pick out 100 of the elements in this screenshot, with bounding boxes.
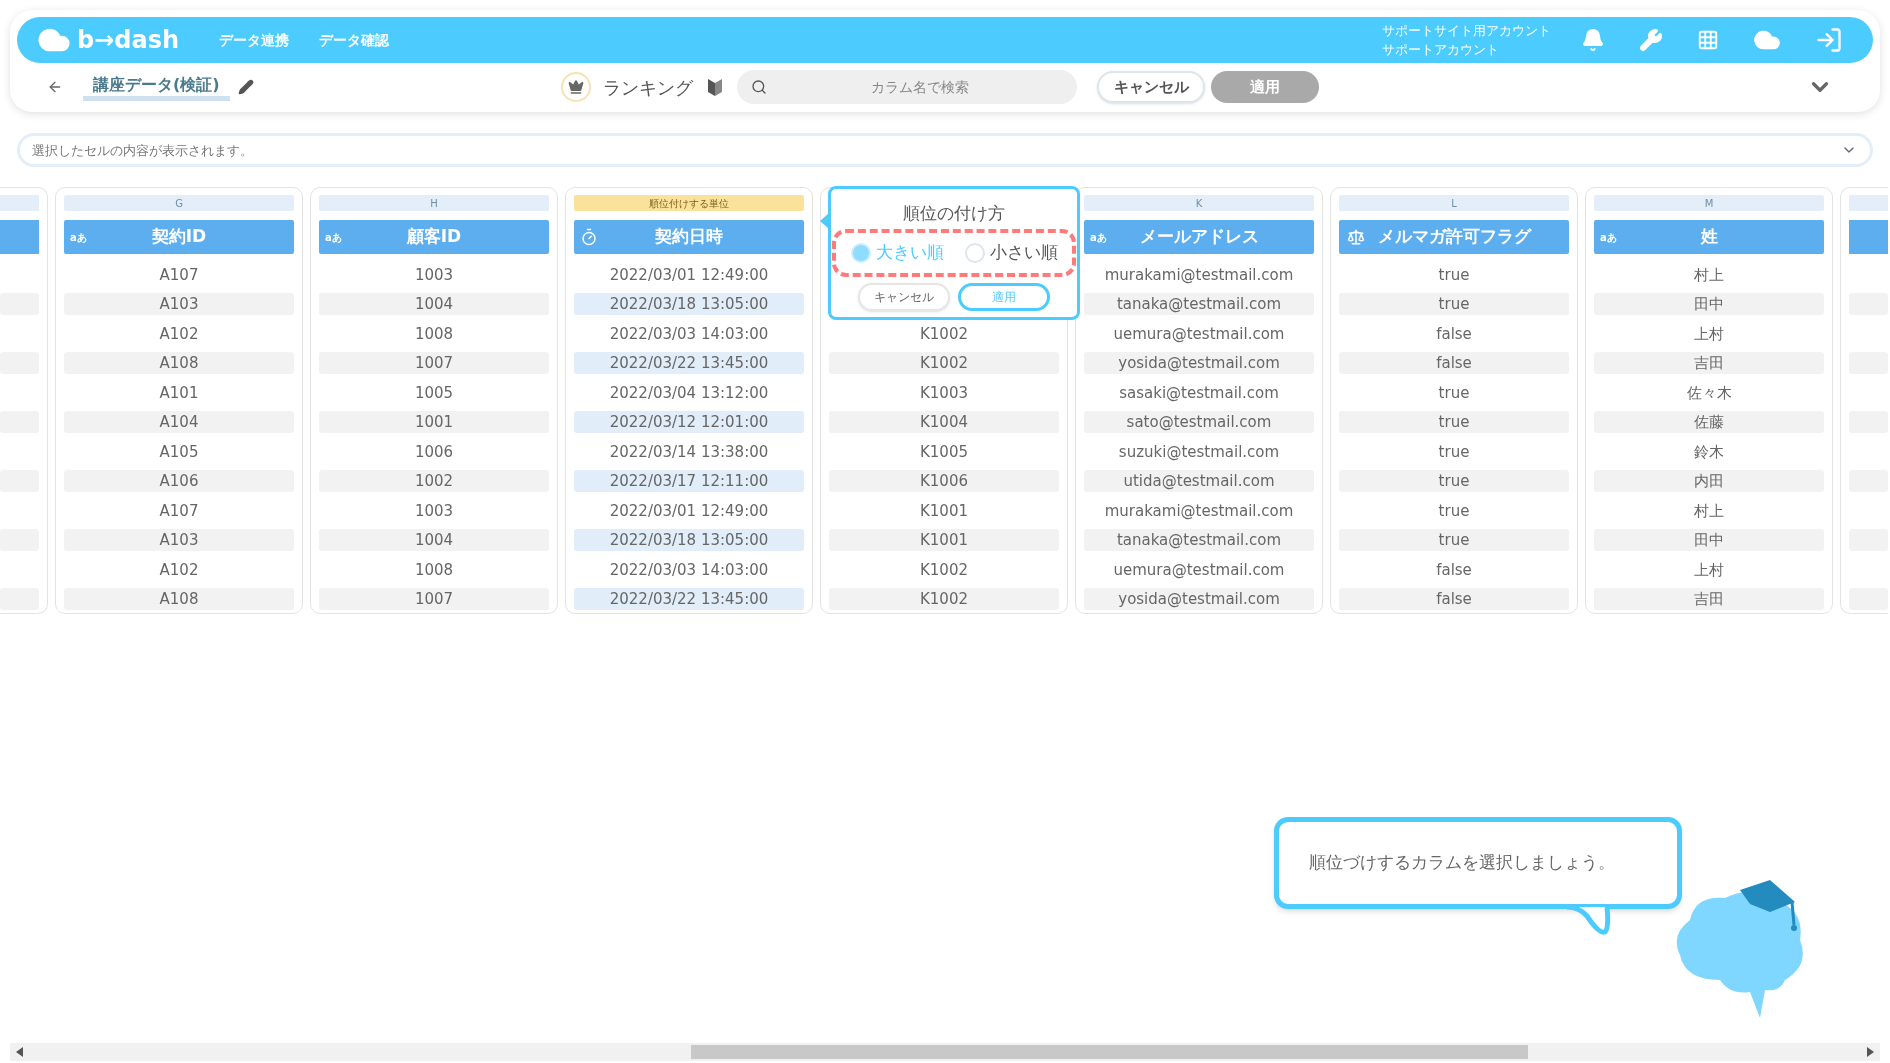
table-cell: K1002	[829, 352, 1059, 375]
table-cell-text: A102	[158, 323, 200, 345]
column-header[interactable]	[1849, 220, 1888, 254]
table-cell-text: murakami@testmail.com	[1103, 264, 1295, 286]
table-cell: false	[1339, 352, 1569, 375]
table-cell: 1007	[319, 588, 549, 611]
wrench-icon[interactable]	[1639, 28, 1663, 52]
table-cell-text: 村上	[1693, 264, 1725, 286]
table-cell-text: uemura@testmail.com	[1112, 323, 1286, 345]
table-cell-text: K1001	[919, 500, 969, 522]
table-cell-text: false	[1435, 323, 1473, 345]
radio-option[interactable]: 大きい順	[850, 239, 944, 266]
table-cell: A108	[64, 352, 294, 375]
table-cell-text: 1003	[413, 500, 455, 522]
scale-icon	[1347, 228, 1365, 246]
table-cell: K1006	[829, 470, 1059, 493]
bell-icon[interactable]	[1581, 28, 1605, 52]
table-cell: 田中	[1594, 293, 1824, 316]
table-cell: 2022/03/22 13:45:00	[574, 352, 804, 375]
table-cell: tanaka@testmail.com	[1084, 293, 1314, 316]
table-cell: 2022/03/12 12:01:00	[574, 411, 804, 434]
table-cell-text: true	[1437, 264, 1471, 286]
table-cell: true	[1339, 411, 1569, 434]
table-cell-text: K1005	[919, 441, 969, 463]
apply-button[interactable]: 適用	[958, 282, 1050, 311]
account-name: サポートサイト用アカウント	[1382, 22, 1551, 40]
pencil-icon[interactable]	[237, 79, 254, 95]
scroll-left-icon[interactable]	[16, 1047, 24, 1057]
table-cell-text: 上村	[1693, 323, 1725, 345]
grid-icon[interactable]	[1697, 29, 1719, 51]
cancel-button[interactable]: キャンセル	[1097, 71, 1205, 103]
column-letter-bar	[1849, 195, 1888, 211]
scrollbar-thumb[interactable]	[691, 1045, 1528, 1059]
cell-content-field[interactable]: 選択したセルの内容が表示されます。	[17, 133, 1873, 167]
nav-link[interactable]: データ確認	[319, 29, 390, 51]
mode-title: ランキング	[603, 75, 693, 100]
table-cell: 2022/03/17 12:11:00	[574, 470, 804, 493]
table-cell: true	[1339, 293, 1569, 316]
sheet-title: 講座データ(検証)	[83, 73, 230, 101]
ranking-unit-label: 順位付けする単位	[574, 195, 804, 211]
table-cell: 佐藤	[1594, 411, 1824, 434]
table-cell: A103	[64, 293, 294, 316]
column-letter: G	[64, 195, 294, 211]
table-cell: 2022/03/18 13:05:00	[574, 529, 804, 552]
table-cell-text: K1003	[919, 382, 969, 404]
table-cell-text: suzuki@testmail.com	[1117, 441, 1281, 463]
horizontal-scrollbar[interactable]	[10, 1043, 1880, 1061]
timer-icon	[580, 228, 598, 246]
table-cell-text: 上村	[1693, 559, 1725, 581]
table-cell-text: A107	[158, 264, 200, 286]
type-label: aあ	[325, 230, 342, 245]
table-cell-text: 1006	[413, 441, 455, 463]
table-cell: 2022/03/22 13:45:00	[574, 588, 804, 611]
table-cell-text: K1002	[919, 323, 969, 345]
table-cell: false	[1339, 588, 1569, 611]
table-cell-text: 鈴木	[1693, 441, 1725, 463]
hint-text: 順位づけするカラムを選択しましょう。	[1309, 851, 1615, 875]
column-header[interactable]: メルマガ許可フラグ	[1339, 220, 1569, 254]
column-letter: M	[1594, 195, 1824, 211]
table-cell-text: murakami@testmail.com	[1103, 500, 1295, 522]
logout-icon[interactable]	[1815, 26, 1843, 54]
table-cell-text: true	[1437, 500, 1471, 522]
table-cell-text: 1008	[413, 559, 455, 581]
crown-icon	[561, 72, 591, 102]
search-field[interactable]: カラム名で検索	[737, 70, 1077, 104]
table-cell: K1001	[829, 529, 1059, 552]
table-cell-text: sasaki@testmail.com	[1118, 382, 1280, 404]
table-cell-text: 村上	[1693, 500, 1725, 522]
table-cell-text: A105	[158, 441, 200, 463]
table-cell: 1002	[319, 470, 549, 493]
table-cell: sato@testmail.com	[1084, 411, 1314, 434]
search-icon	[751, 79, 767, 95]
nav-link[interactable]: データ連携	[219, 29, 290, 51]
table-cell-text: 2022/03/03 14:03:00	[608, 323, 770, 345]
table-cell-text: true	[1437, 441, 1471, 463]
scroll-right-icon[interactable]	[1866, 1047, 1874, 1057]
table-cell-text: false	[1435, 559, 1473, 581]
table-cell-text: 1003	[413, 264, 455, 286]
column-header[interactable]: aあ 契約ID	[64, 220, 294, 254]
table-cell: 内田	[1594, 470, 1824, 493]
logo[interactable]: b→dash	[77, 22, 180, 58]
table-cell: yosida@testmail.com	[1084, 352, 1314, 375]
column-header[interactable]: 契約日時	[574, 220, 804, 254]
column-header[interactable]: aあ メールアドレス	[1084, 220, 1314, 254]
type-label: aあ	[70, 230, 87, 245]
popup-title: 順位の付け方	[903, 202, 1005, 225]
table-cell: A104	[64, 411, 294, 434]
radio-option[interactable]: 小さい順	[964, 239, 1058, 266]
table-cell: true	[1339, 529, 1569, 552]
table-cell: 2022/03/18 13:05:00	[574, 293, 804, 316]
table-cell-text: uemura@testmail.com	[1112, 559, 1286, 581]
column-header[interactable]	[0, 220, 39, 254]
table-cell-text: 2022/03/01 12:49:00	[608, 500, 770, 522]
column-header[interactable]: aあ 姓	[1594, 220, 1824, 254]
table-cell: true	[1339, 470, 1569, 493]
cancel-button[interactable]: キャンセル	[858, 282, 950, 311]
beginner-mark-icon	[707, 77, 723, 97]
table-cell-text: A102	[158, 559, 200, 581]
column-header[interactable]: aあ 顧客ID	[319, 220, 549, 254]
table-cell: 1004	[319, 293, 549, 316]
